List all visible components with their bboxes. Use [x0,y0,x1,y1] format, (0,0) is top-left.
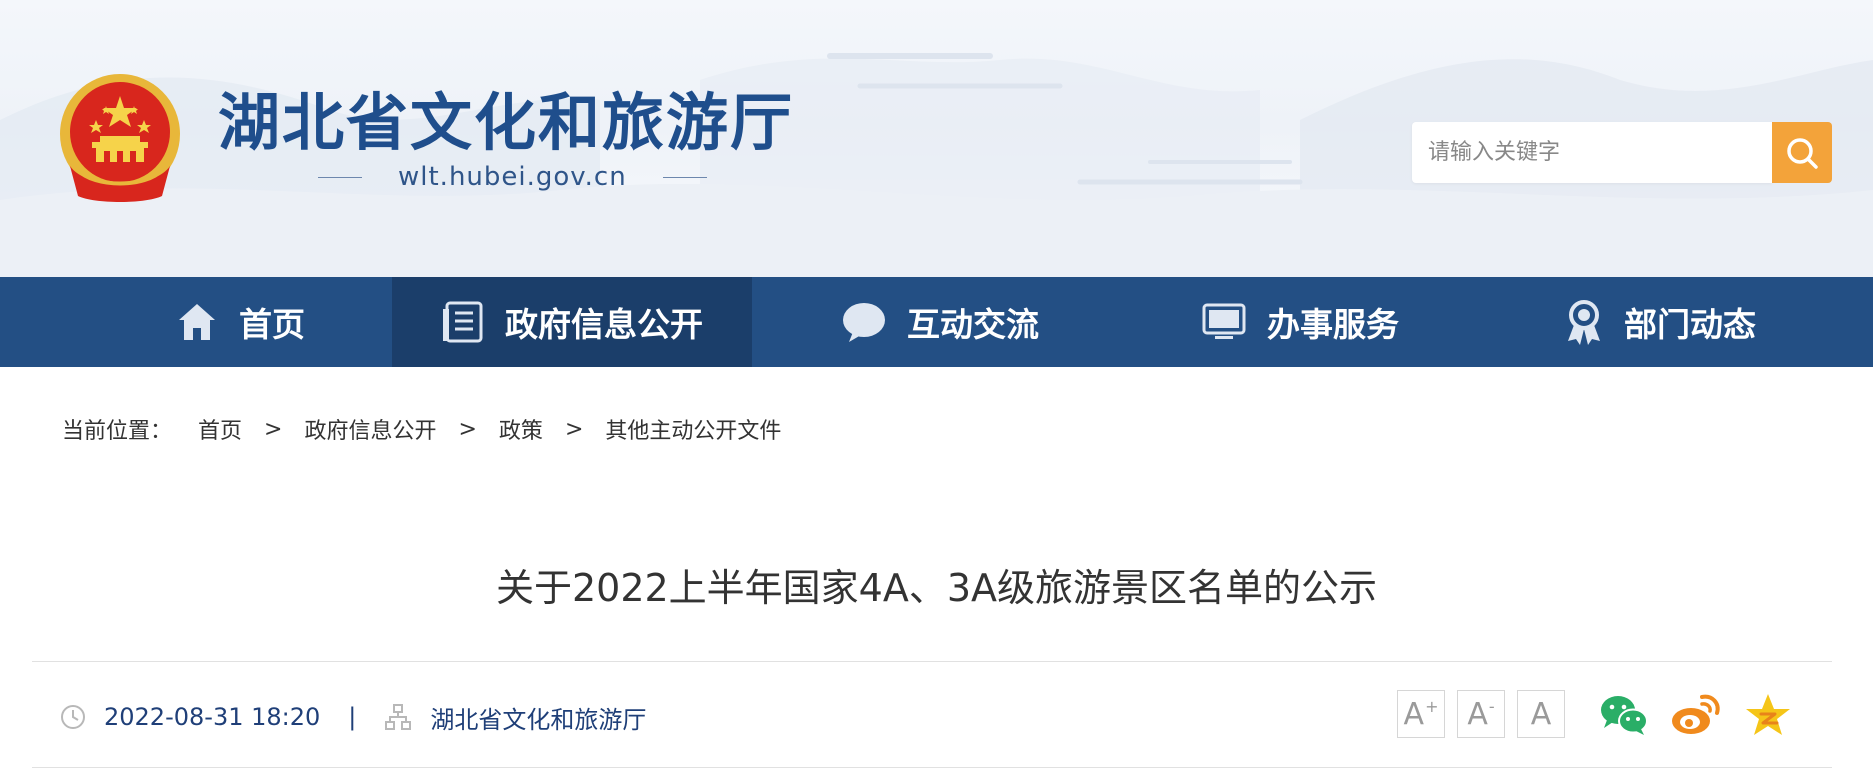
breadcrumb-separator: > [264,416,283,442]
nav-item-home[interactable]: 首页 [90,277,390,367]
site-domain: wlt.hubei.gov.cn [398,162,627,192]
divider-line [318,176,362,178]
nav-item-label: 互动交流 [907,305,1039,344]
national-emblem-icon [60,74,180,202]
search-icon [1787,137,1818,169]
organization-icon [385,704,412,730]
nav-item-label: 政府信息公开 [505,305,703,344]
site-title[interactable]: 湖北省文化和旅游厅 [218,72,794,162]
font-larger-sup: + [1425,696,1439,716]
breadcrumb-label: 当前位置： [62,419,173,444]
nav-item-label: 部门动态 [1624,305,1756,344]
font-smaller-label: A [1467,696,1488,732]
divider-line [32,661,1832,662]
font-larger-label: A [1403,696,1425,732]
divider-line [32,767,1832,768]
nav-item-interaction[interactable]: 互动交流 [790,277,1090,367]
nav-item-services[interactable]: 办事服务 [1150,277,1450,367]
nav-item-label: 办事服务 [1267,305,1399,344]
font-larger-button[interactable]: A + [1397,690,1445,738]
site-header: 湖北省文化和旅游厅 wlt.hubei.gov.cn [0,0,1873,277]
nav-item-gov-info[interactable]: 政府信息公开 [392,277,752,367]
font-smaller-button[interactable]: A- [1457,690,1505,738]
meta-separator: | [348,703,357,731]
search-button[interactable] [1772,122,1832,183]
nav-item-department-news[interactable]: 部门动态 [1510,277,1810,367]
breadcrumb: 当前位置： 首页 > 政府信息公开 > 政策 > 其他主动公开文件 [62,412,781,446]
publish-datetime: 2022-08-31 18:20 [104,703,321,731]
award-ribbon-icon [1568,300,1600,345]
share-wechat-button[interactable] [1597,690,1651,740]
article-title: 关于2022上半年国家4A、3A级旅游景区名单的公示 [495,566,1378,610]
font-default-label: A [1530,696,1552,732]
speech-bubble-icon [843,303,885,342]
breadcrumb-home[interactable]: 首页 [198,413,242,445]
weibo-icon [1672,694,1720,734]
monitor-icon [1202,303,1246,339]
font-smaller-sup: - [1488,696,1495,716]
main-nav: 首页 政府信息公开 互动交流 办事服务 部门动态 [0,277,1873,367]
document-list-icon [443,301,483,343]
article-source: 湖北省文化和旅游厅 [430,705,647,734]
article-meta: 2022-08-31 18:20 | 湖北省文化和旅游厅 [60,697,646,737]
nav-item-label: 首页 [239,305,305,344]
breadcrumb-gov-info[interactable]: 政府信息公开 [304,413,436,445]
breadcrumb-separator: > [458,416,477,442]
breadcrumb-policy[interactable]: 政策 [499,413,543,445]
breadcrumb-other-files[interactable]: 其他主动公开文件 [605,413,781,445]
site-domain-row: wlt.hubei.gov.cn [318,160,707,194]
share-qzone-button[interactable] [1741,690,1795,740]
search-box [1412,122,1772,183]
search-input[interactable] [1412,122,1764,183]
font-default-button[interactable]: A [1517,690,1565,738]
breadcrumb-separator: > [564,416,584,442]
clock-icon [61,705,85,729]
wechat-icon [1601,696,1648,735]
home-icon [179,304,215,340]
qzone-star-icon [1746,694,1790,735]
divider-line [662,176,707,178]
share-weibo-button[interactable] [1669,690,1723,740]
